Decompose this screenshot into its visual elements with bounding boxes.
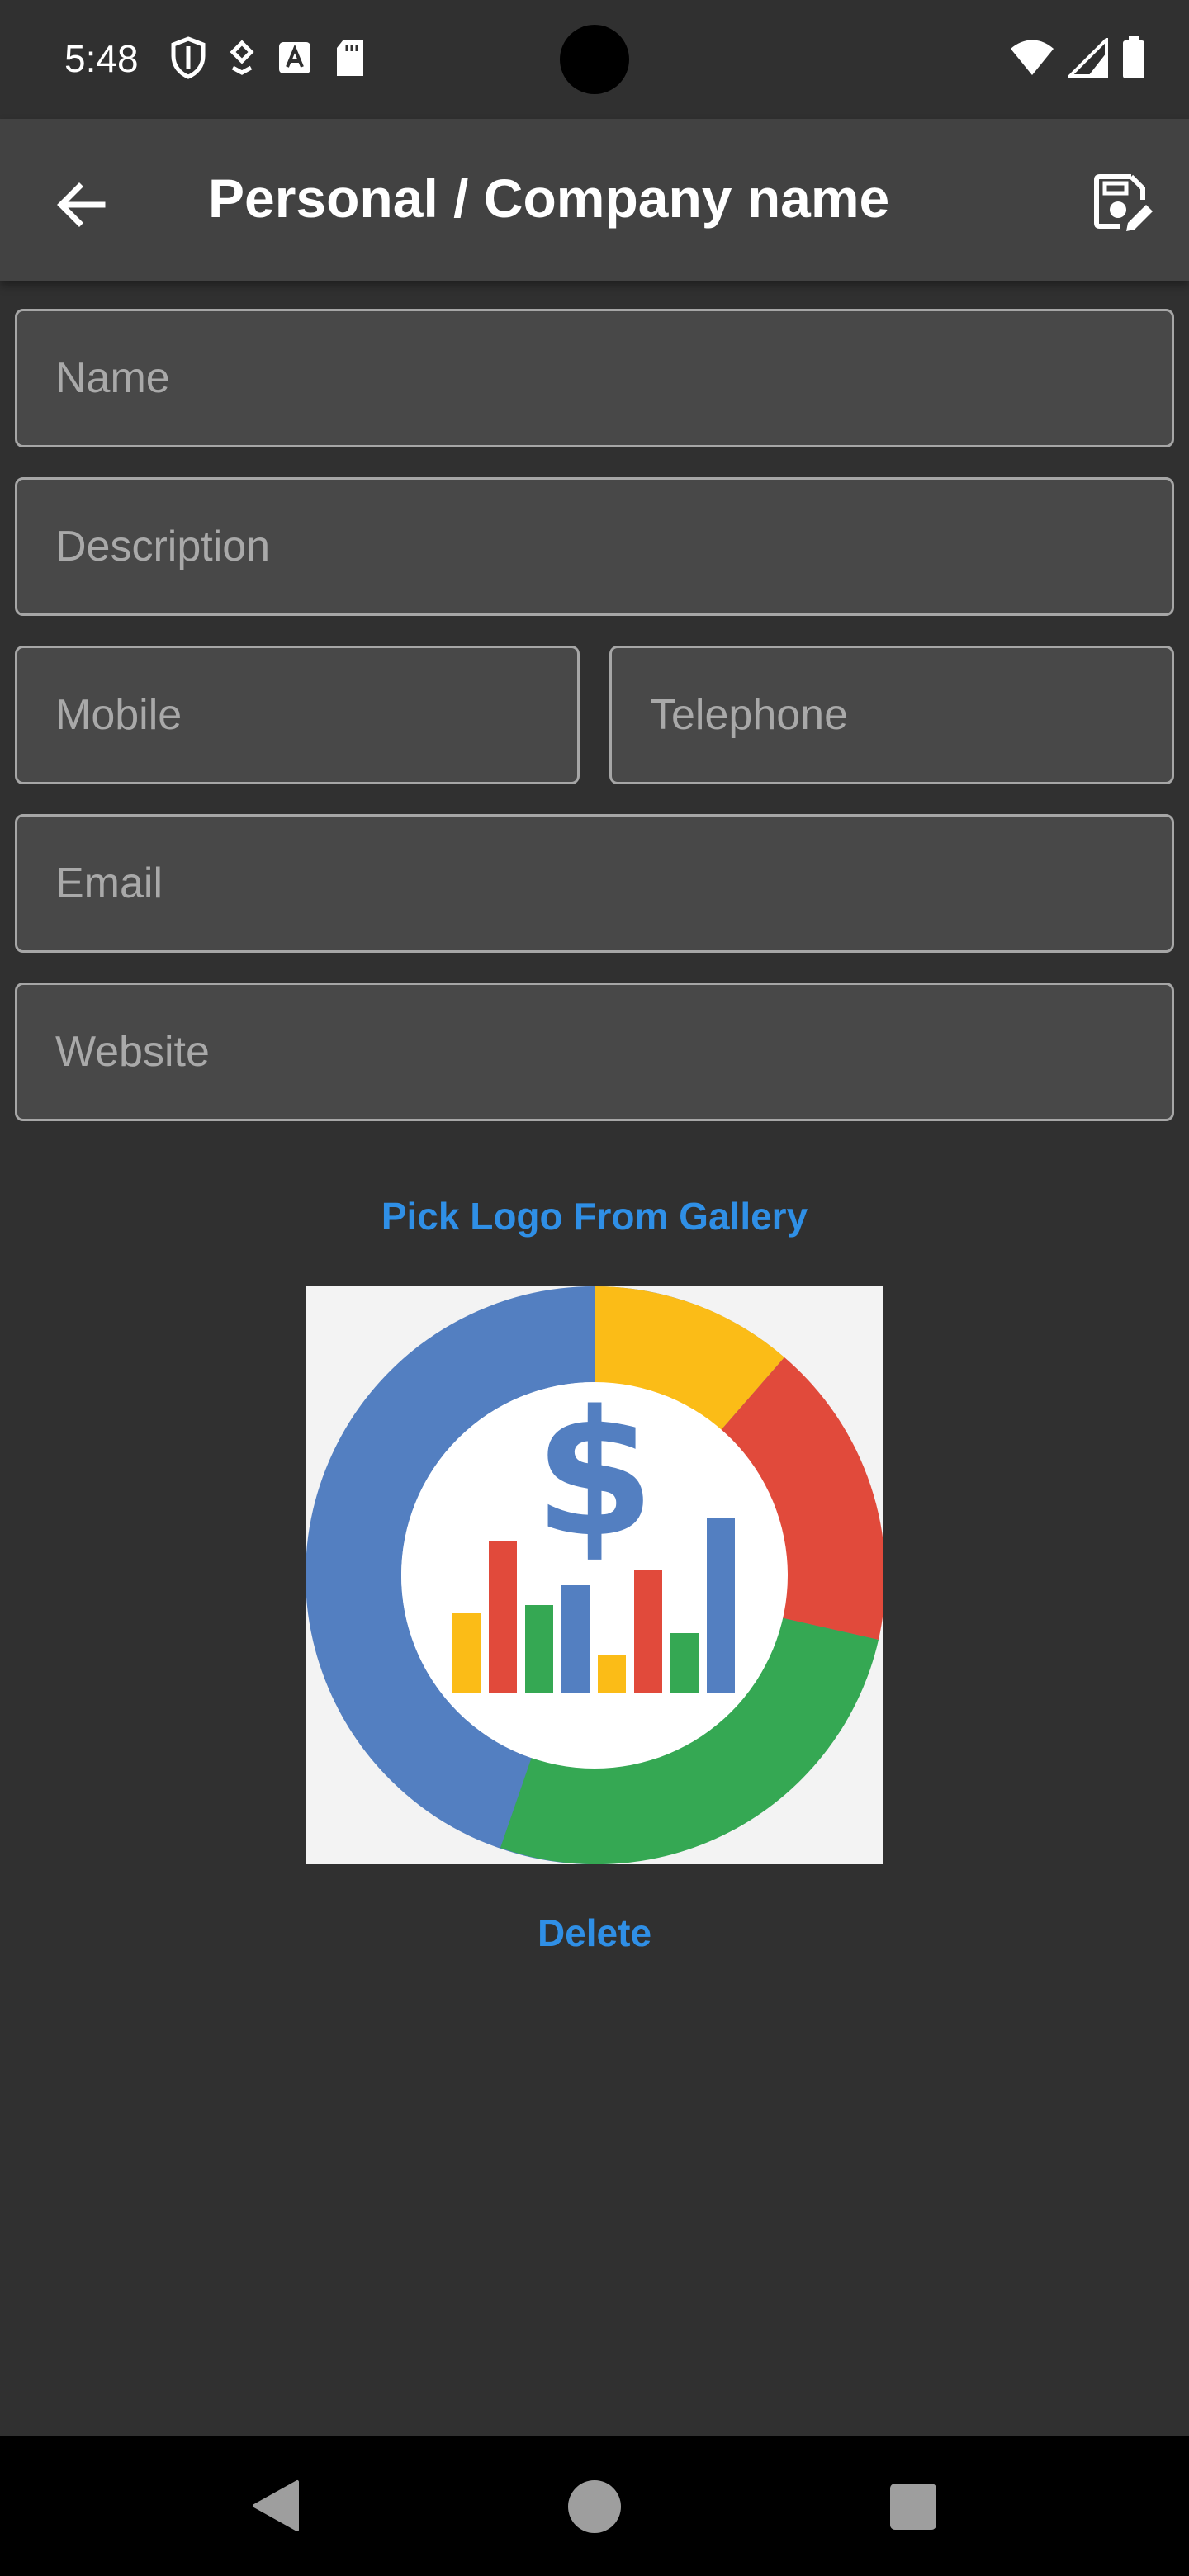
sd-card-icon [334,38,367,82]
nav-back-icon[interactable] [248,2477,306,2535]
logo-image: $ [306,1286,886,1865]
save-button[interactable] [1088,168,1158,238]
description-field [15,477,1174,616]
telephone-input[interactable] [612,648,1172,782]
mobile-field [15,646,580,784]
email-input[interactable] [17,817,1172,950]
battery-icon [1121,36,1146,83]
arrow-back-icon [57,182,106,227]
website-field [15,983,1174,1121]
name-input[interactable] [17,311,1172,445]
pick-logo-button[interactable]: Pick Logo From Gallery [0,1194,1189,1238]
location-badge-icon [228,39,256,80]
mobile-input[interactable] [17,648,577,782]
page-title: Personal / Company name [208,168,890,229]
back-button[interactable] [48,172,114,238]
wifi-icon [1009,39,1055,81]
logo-preview: $ [306,1286,886,1865]
status-icons-left [170,36,367,83]
save-edit-icon [1094,174,1153,231]
nav-home-icon[interactable] [568,2480,621,2533]
system-nav-bar [0,2436,1189,2576]
telephone-field [609,646,1174,784]
camera-cutout [560,25,629,94]
cell-signal-icon [1066,35,1108,82]
email-field [15,814,1174,953]
dollar-symbol: $ [534,1373,655,1575]
website-input[interactable] [17,985,1172,1119]
delete-logo-button[interactable]: Delete [0,1911,1189,1955]
name-field [15,309,1174,447]
status-icons-right [1009,35,1146,83]
description-input[interactable] [17,480,1172,613]
a-badge-icon [277,40,312,79]
nav-recents-icon[interactable] [890,2484,936,2530]
status-bar: 5:48 [0,0,1189,119]
status-time: 5:48 [64,37,139,80]
app-bar: Personal / Company name [0,119,1189,281]
shield-icon [170,36,206,83]
